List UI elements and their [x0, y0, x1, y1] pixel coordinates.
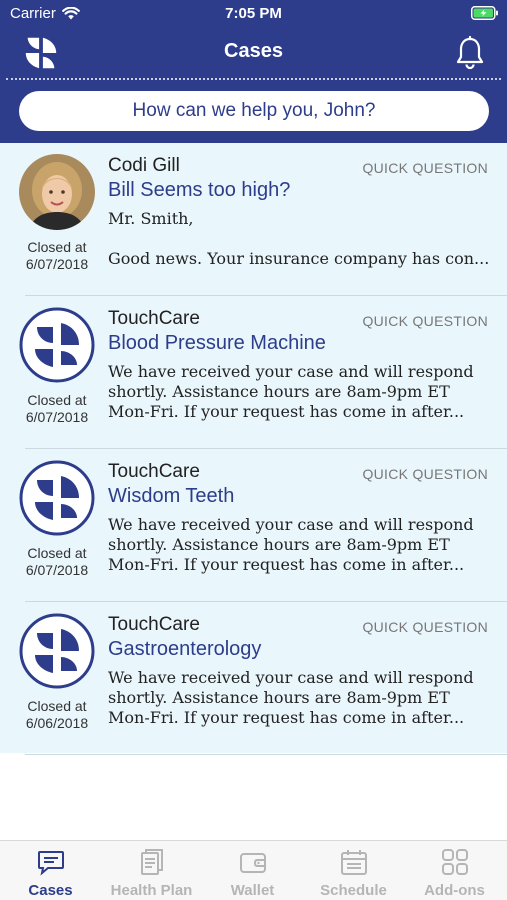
case-preview: We have received your case and will resp… [108, 362, 488, 422]
touchcare-logo-icon [19, 613, 95, 689]
avatar [19, 460, 95, 536]
touchcare-logo-icon [19, 460, 95, 536]
preview-line: Mon-Fri. If your request has come in aft… [108, 555, 465, 574]
header-divider [6, 78, 501, 80]
tab-label: Wallet [230, 882, 275, 899]
closed-label-text: Closed at [27, 545, 87, 561]
preview-line: Mr. Smith, [108, 209, 194, 228]
closed-date-label: Closed at 6/07/2018 [10, 239, 104, 273]
case-sender: TouchCare [108, 308, 200, 329]
preview-line: Mon-Fri. If your request has come in aft… [108, 402, 465, 421]
tab-health-plan[interactable]: Health Plan [101, 841, 202, 900]
help-prompt-label: How can we help you, John? [132, 100, 376, 121]
chat-bubble-icon [38, 851, 64, 876]
case-subject: Bill Seems too high? [108, 179, 291, 201]
tab-label: Cases [28, 882, 73, 899]
battery-charging-icon [471, 6, 498, 20]
avatar [19, 307, 95, 383]
preview-line: shortly. Assistance hours are 8am-9pm ET [108, 535, 450, 554]
preview-line [108, 229, 488, 249]
case-type-tag: QUICK QUESTION [362, 619, 488, 635]
bell-icon[interactable] [455, 36, 485, 70]
tab-bar: Cases Health Plan Wallet Schedule Add-on… [0, 840, 507, 900]
header: Carrier 7:05 PM Cases How can we help yo… [0, 0, 507, 143]
page-title: Cases [224, 40, 283, 62]
person-photo-icon [19, 154, 95, 230]
case-sender: TouchCare [108, 461, 200, 482]
tab-schedule[interactable]: Schedule [303, 841, 404, 900]
tab-label: Schedule [320, 882, 387, 899]
closed-label-text: Closed at [27, 239, 87, 255]
status-time: 7:05 PM [225, 5, 282, 22]
closed-date-label: Closed at 6/07/2018 [10, 392, 104, 426]
preview-line: We have received your case and will resp… [108, 515, 474, 534]
closed-date-label: Closed at 6/06/2018 [10, 698, 104, 732]
tab-label: Add-ons [424, 882, 485, 899]
closed-date: 6/07/2018 [25, 562, 89, 578]
divider [25, 754, 507, 755]
wallet-icon [240, 853, 266, 873]
case-preview: We have received your case and will resp… [108, 668, 488, 728]
closed-date: 6/07/2018 [25, 409, 89, 425]
preview-line: We have received your case and will resp… [108, 668, 474, 687]
case-subject: Blood Pressure Machine [108, 332, 326, 354]
avatar [19, 154, 95, 230]
closed-date: 6/07/2018 [25, 256, 89, 272]
case-subject: Gastroenterology [108, 638, 262, 660]
case-item[interactable]: Closed at 6/07/2018 TouchCare QUICK QUES… [0, 296, 507, 449]
grid-icon [442, 849, 468, 875]
preview-line: shortly. Assistance hours are 8am-9pm ET [108, 382, 450, 401]
tab-label: Health Plan [110, 882, 193, 899]
case-preview: Mr. Smith, Good news. Your insurance com… [108, 209, 488, 269]
tab-add-ons[interactable]: Add-ons [404, 841, 505, 900]
case-subject: Wisdom Teeth [108, 485, 235, 507]
avatar [19, 613, 95, 689]
preview-line: We have received your case and will resp… [108, 362, 474, 381]
closed-date-label: Closed at 6/07/2018 [10, 545, 104, 579]
touchcare-logo-icon [19, 307, 95, 383]
case-item[interactable]: Closed at 6/06/2018 TouchCare QUICK QUES… [0, 602, 507, 755]
case-preview: We have received your case and will resp… [108, 515, 488, 575]
closed-date: 6/06/2018 [25, 715, 89, 731]
document-icon [141, 849, 163, 875]
status-bar: Carrier 7:05 PM [0, 0, 507, 28]
case-type-tag: QUICK QUESTION [362, 160, 488, 176]
help-prompt-button[interactable]: How can we help you, John? [19, 91, 489, 131]
case-type-tag: QUICK QUESTION [362, 313, 488, 329]
case-sender: Codi Gill [108, 155, 180, 176]
case-sender: TouchCare [108, 614, 200, 635]
calendar-icon [341, 850, 367, 875]
nav-bar: Cases [0, 28, 507, 78]
closed-label-text: Closed at [27, 698, 87, 714]
tab-wallet[interactable]: Wallet [202, 841, 303, 900]
case-type-tag: QUICK QUESTION [362, 466, 488, 482]
closed-label-text: Closed at [27, 392, 87, 408]
case-item[interactable]: Closed at 6/07/2018 Codi Gill QUICK QUES… [0, 143, 507, 296]
tab-cases[interactable]: Cases [0, 841, 101, 900]
preview-line: shortly. Assistance hours are 8am-9pm ET [108, 688, 450, 707]
preview-line: Mon-Fri. If your request has come in aft… [108, 708, 465, 727]
case-list: Closed at 6/07/2018 Codi Gill QUICK QUES… [0, 143, 507, 755]
case-item[interactable]: Closed at 6/07/2018 TouchCare QUICK QUES… [0, 449, 507, 602]
preview-line: Good news. Your insurance company has co… [108, 249, 488, 268]
